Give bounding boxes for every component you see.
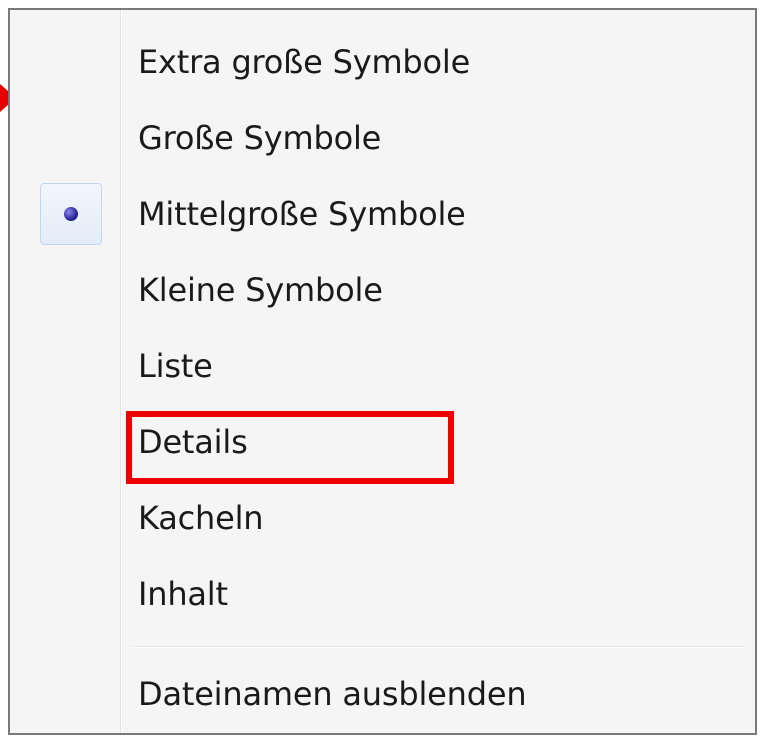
menu-item-small-icons[interactable]: Kleine Symbole [130,254,745,326]
details-highlight-box [126,411,454,484]
menu-item-hide-filenames[interactable]: Dateinamen ausblenden [130,658,745,730]
menu-item-label: Inhalt [138,575,228,613]
menu-item-label: Dateinamen ausblenden [138,675,527,713]
menu-item-medium-icons[interactable]: Mittelgroße Symbole [130,178,745,250]
menu-item-label: Mittelgroße Symbole [138,195,466,233]
menu-item-extra-large-icons[interactable]: Extra große Symbole [130,26,745,98]
menu-item-large-icons[interactable]: Große Symbole [130,102,745,174]
selected-item-indicator [40,183,102,245]
view-context-menu: Extra große Symbole Große Symbole Mittel… [8,8,757,735]
menu-item-tiles[interactable]: Kacheln [130,482,745,554]
radio-bullet-icon [64,207,78,221]
menu-item-label: Kleine Symbole [138,271,383,309]
menu-item-list[interactable]: Liste [130,330,745,402]
icon-gutter-separator [120,10,122,733]
menu-item-label: Liste [138,347,213,385]
menu-item-content[interactable]: Inhalt [130,558,745,630]
menu-item-label: Große Symbole [138,119,382,157]
menu-item-label: Extra große Symbole [138,43,471,81]
menu-separator [130,646,745,648]
menu-item-label: Kacheln [138,499,264,537]
